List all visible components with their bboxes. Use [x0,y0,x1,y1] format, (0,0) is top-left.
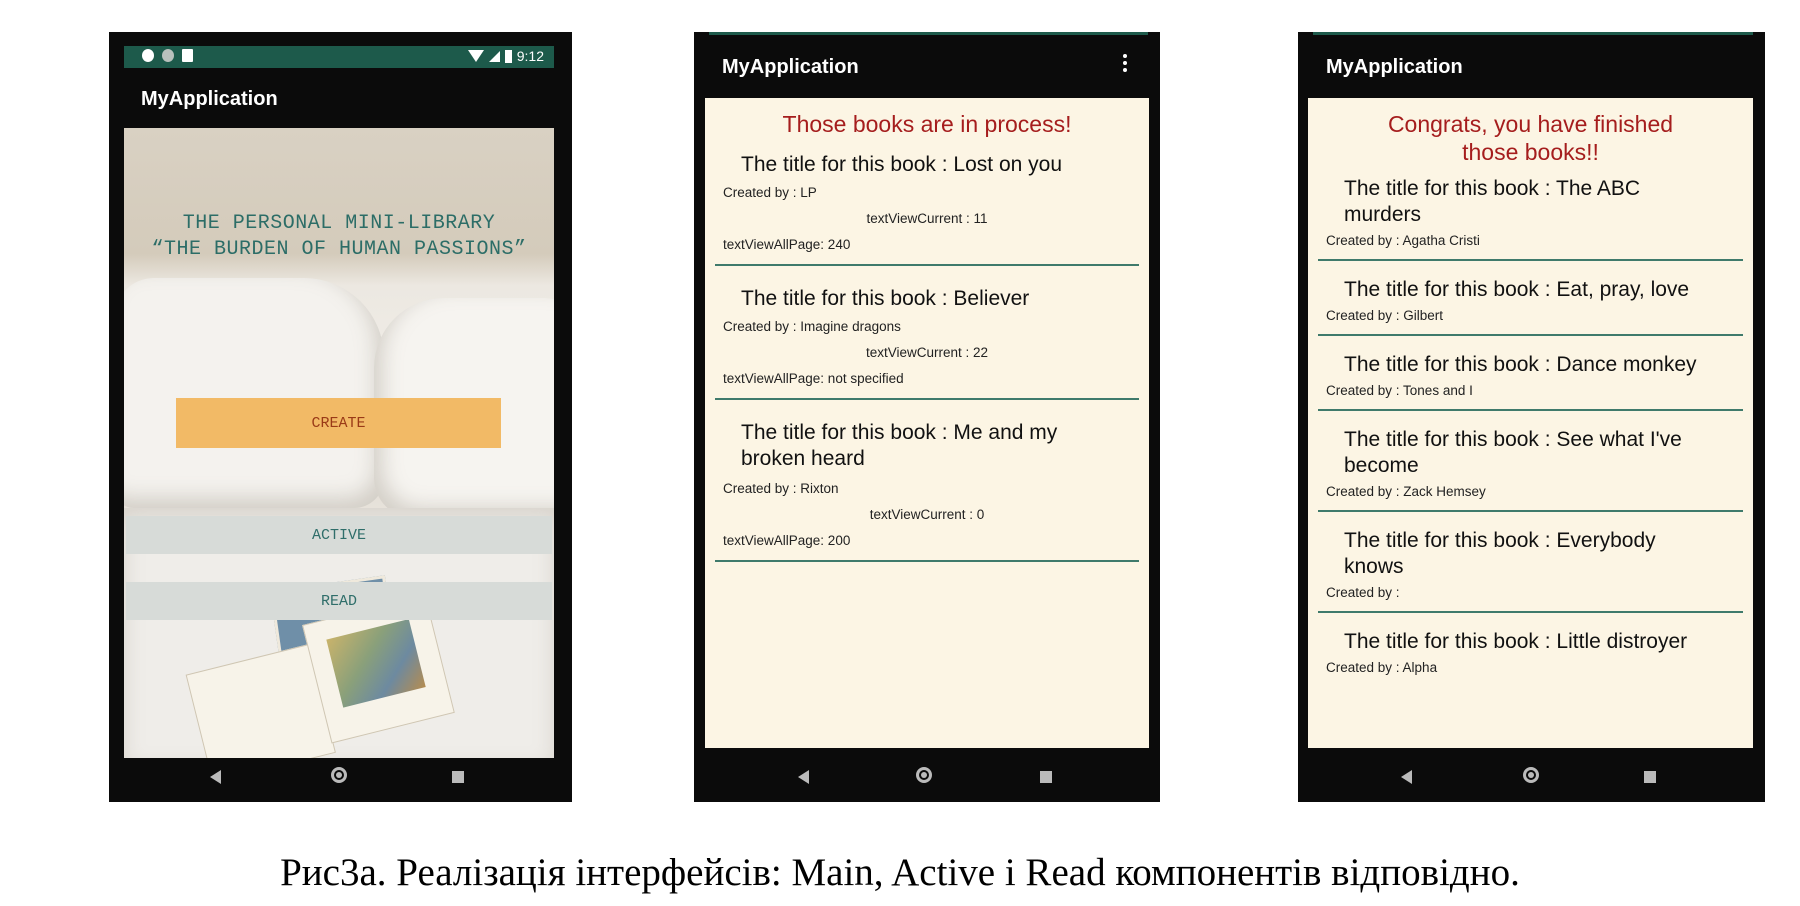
list-item[interactable]: The title for this book : The ABC murder… [1318,166,1743,261]
recent-apps-icon[interactable] [1040,771,1052,783]
sd-card-icon [182,49,193,62]
book-title: The title for this book : Everybody know… [1344,529,1656,578]
library-title-line1: THE PERSONAL MINI-LIBRARY [182,212,496,235]
list-item[interactable]: The title for this book : Me and my brok… [715,400,1139,562]
read-header: Congrats, you have finished those books!… [1387,111,1674,165]
book-author: Created by : Tones and I [1326,383,1473,398]
navigation-bar [694,750,1160,802]
navigation-bar [1298,750,1765,802]
read-button[interactable]: READ [126,582,552,620]
active-books-list: Those books are in process! The title fo… [705,98,1149,748]
signal-icon [488,50,500,62]
status-bar: 9:12 [124,46,554,68]
wifi-icon [467,50,484,62]
active-header: Those books are in process! [782,111,1072,137]
battery-icon [504,49,512,63]
book-author: Created by : [1326,585,1400,600]
list-item[interactable]: The title for this book : Everybody know… [1318,512,1743,613]
navigation-bar [109,750,572,802]
book-title: The title for this book : The ABC murder… [1344,177,1641,226]
pillow-image [124,278,384,508]
book-author: Created by : Rixton [723,481,839,496]
app-title: MyApplication [1326,56,1463,78]
read-screen-phone: MyApplication Congrats, you have finishe… [1298,32,1765,802]
book-author: Created by : Imagine dragons [723,319,901,334]
status-bar-edge [709,32,1148,35]
book-title: The title for this book : Dance monkey [1344,353,1697,376]
book-title: The title for this book : Me and my brok… [741,421,1058,470]
recent-apps-icon[interactable] [452,771,464,783]
create-button[interactable]: CREATE [176,398,501,448]
main-screen-phone: 9:12 MyApplication THE PERSONAL MINI-LIB… [109,32,572,802]
book-title: The title for this book : Believer [741,287,1030,310]
figure-caption: Рис3а. Реалізація інтерфейсів: Main, Act… [280,851,1520,894]
list-item[interactable]: The title for this book : Dance monkey C… [1318,336,1743,411]
back-icon[interactable] [210,770,221,784]
library-title-line2: “THE BURDEN OF HUMAN PASSIONS” [151,238,527,261]
book-author: Created by : Alpha [1326,660,1438,675]
app-title: MyApplication [141,88,278,110]
book-title: The title for this book : See what I've … [1344,428,1682,477]
home-icon[interactable] [916,767,932,783]
shield-icon [142,49,154,62]
list-item[interactable]: The title for this book : See what I've … [1318,411,1743,512]
status-time: 9:12 [516,48,544,64]
read-books-list: Congrats, you have finished those books!… [1308,98,1753,748]
recent-apps-icon[interactable] [1644,771,1656,783]
book-author: Created by : LP [723,185,817,200]
home-icon[interactable] [1523,767,1539,783]
book-all-pages: textViewAllPage: not specified [723,371,904,386]
overflow-menu-icon[interactable] [1122,54,1128,75]
book-all-pages: textViewAllPage: 200 [723,533,851,548]
book-title: The title for this book : Lost on you [741,153,1063,176]
list-item[interactable]: The title for this book : Little distroy… [1318,613,1743,686]
book-all-pages: textViewAllPage: 240 [723,237,851,252]
active-screen-phone: MyApplication Those books are in process… [694,32,1160,802]
list-item[interactable]: The title for this book : Believer Creat… [715,266,1139,400]
book-author: Created by : Zack Hemsey [1326,484,1486,499]
home-icon[interactable] [331,767,347,783]
back-icon[interactable] [1401,770,1412,784]
app-title: MyApplication [722,56,859,78]
book-current-page: textViewCurrent : 22 [865,345,989,360]
book-current-page: textViewCurrent : 11 [866,211,988,226]
book-author: Created by : Gilbert [1326,308,1444,323]
active-button[interactable]: ACTIVE [126,516,552,554]
book-current-page: textViewCurrent : 0 [869,507,985,522]
book-author: Created by : Agatha Cristi [1326,233,1480,248]
book-title: The title for this book : Little distroy… [1344,630,1688,653]
main-content: THE PERSONAL MINI-LIBRARY “THE BURDEN OF… [124,128,554,758]
back-icon[interactable] [798,770,809,784]
status-bar-edge [1313,32,1753,35]
list-item[interactable]: The title for this book : Lost on you Cr… [715,138,1139,266]
list-item[interactable]: The title for this book : Eat, pray, lov… [1318,261,1743,336]
circle-icon [162,49,174,62]
book-title: The title for this book : Eat, pray, lov… [1344,278,1690,301]
